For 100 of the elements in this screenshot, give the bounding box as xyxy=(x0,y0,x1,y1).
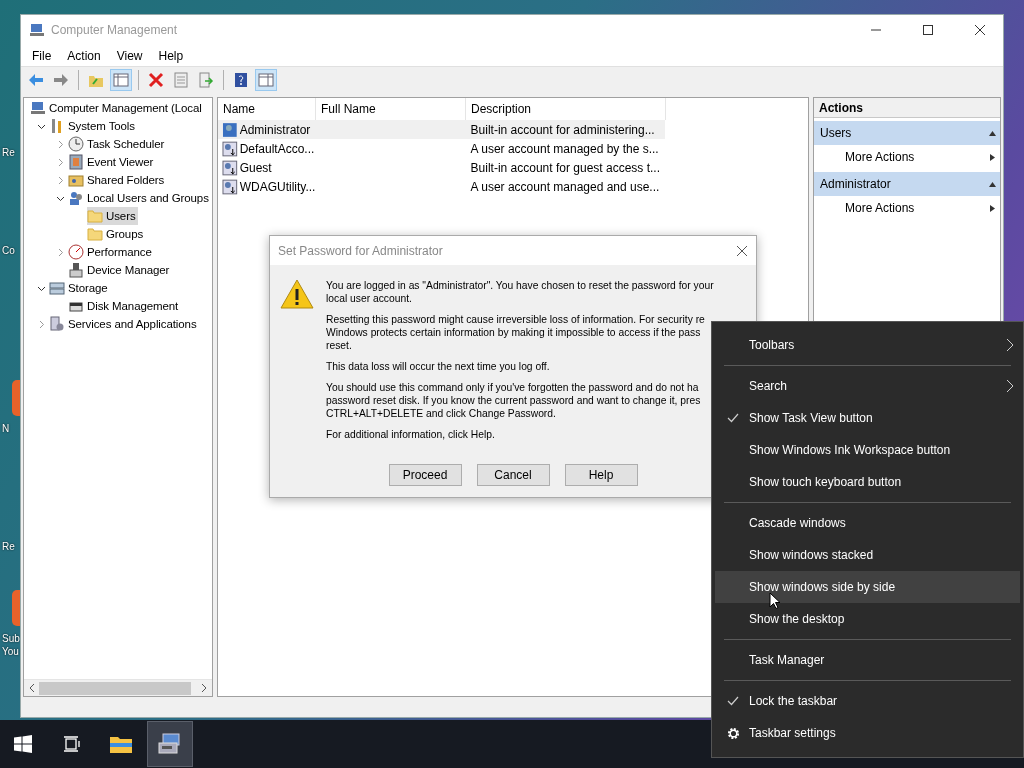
taskbar-button[interactable] xyxy=(147,721,193,767)
tree-item[interactable]: System Tools xyxy=(49,117,137,135)
users-icon xyxy=(68,190,84,206)
menu-item[interactable]: Help xyxy=(150,48,192,63)
dialog-message: For additional information, click Help. xyxy=(326,428,496,441)
forward-arrow-icon xyxy=(53,72,69,88)
toolbar-button[interactable] xyxy=(110,69,132,91)
dialog-button[interactable]: Cancel xyxy=(476,464,550,486)
table-cell-text: A user account managed and use... xyxy=(469,179,661,194)
menu-item[interactable]: Task Manager xyxy=(715,644,1020,676)
desktop-icon-label: You xyxy=(1,645,19,658)
dialog-button[interactable]: Proceed xyxy=(388,464,462,486)
action-group-header[interactable]: Users xyxy=(814,121,1000,145)
menu-item[interactable]: View xyxy=(108,48,151,63)
tree-item[interactable]: Device Manager xyxy=(68,261,172,279)
collapse-triangle-icon xyxy=(989,180,996,188)
menu-item[interactable]: Cascade windows xyxy=(715,507,1020,539)
windows-logo-icon xyxy=(14,735,32,753)
menu-item[interactable]: Show the desktop xyxy=(715,603,1020,635)
computer-management-icon xyxy=(158,733,182,755)
tree-item[interactable]: Storage xyxy=(49,279,110,297)
scroll-right-icon[interactable] xyxy=(199,683,209,693)
mouse-cursor-icon xyxy=(769,592,781,610)
delete-icon xyxy=(148,72,164,88)
panel-icon xyxy=(258,72,274,88)
tree-item[interactable]: Shared Folders xyxy=(68,171,167,189)
action-item[interactable]: More Actions xyxy=(814,145,1000,169)
services-icon xyxy=(49,316,65,332)
close-icon[interactable] xyxy=(975,25,985,35)
dialog-message: Resetting this password might cause irreversible loss of information. For security re Windows protects certain information by making it impossible to access if the pass reset. xyxy=(326,313,706,352)
table-cell-text: Built-in account for guest access t... xyxy=(469,160,661,175)
panel-icon xyxy=(113,72,129,88)
maximize-icon[interactable] xyxy=(923,25,933,35)
tree-item[interactable]: Computer Management (Local xyxy=(30,99,204,117)
menu-item[interactable]: Show Windows Ink Workspace button xyxy=(715,434,1020,466)
shared-folder-icon xyxy=(68,172,84,188)
dialog-message: This data loss will occur the next time you log off. xyxy=(326,360,551,373)
toolbar-button[interactable] xyxy=(255,69,277,91)
desktop-icon-label: Re xyxy=(1,540,15,553)
close-icon[interactable] xyxy=(736,244,748,257)
action-group-header[interactable]: Administrator xyxy=(814,172,1000,196)
user-icon xyxy=(222,140,238,157)
expand-triangle-icon xyxy=(989,204,996,212)
scroll-left-icon[interactable] xyxy=(27,683,37,693)
menu-item[interactable]: Taskbar settings xyxy=(715,717,1020,749)
user-icon xyxy=(222,178,238,195)
storage-icon xyxy=(49,280,65,296)
tree-item[interactable]: Performance xyxy=(68,243,154,261)
log-icon xyxy=(68,154,84,170)
menu-item[interactable]: Search xyxy=(715,370,1020,402)
tree-item[interactable]: Users xyxy=(87,207,138,225)
gauge-icon xyxy=(68,244,84,260)
user-icon xyxy=(222,121,238,138)
expand-triangle-icon xyxy=(989,153,996,161)
tree-item[interactable]: Groups xyxy=(87,225,146,243)
folder-icon xyxy=(87,208,103,224)
tree-item[interactable]: Event Viewer xyxy=(68,153,156,171)
desktop-icon-label: N xyxy=(1,422,10,435)
folder-icon xyxy=(110,735,132,753)
menu-item[interactable]: File xyxy=(24,48,60,63)
action-item[interactable]: More Actions xyxy=(814,196,1000,220)
desktop-app-icon[interactable] xyxy=(12,590,20,626)
desktop-icon-label: Sub xyxy=(1,632,20,645)
menu-item[interactable]: Toolbars xyxy=(715,329,1020,361)
desktop-icon-label: Co xyxy=(1,244,15,257)
tree-item[interactable]: Local Users and Groups xyxy=(68,189,211,207)
menu-item[interactable]: Show windows side by side xyxy=(715,571,1020,603)
window-title: Computer Management xyxy=(51,23,179,37)
dialog-button[interactable]: Help xyxy=(564,464,638,486)
menu-item[interactable]: Show Task View button xyxy=(715,402,1020,434)
warning-icon xyxy=(280,279,314,309)
user-icon xyxy=(222,159,238,176)
collapse-triangle-icon xyxy=(989,129,996,137)
tree-item[interactable]: Task Scheduler xyxy=(68,135,167,153)
table-cell: DefaultAcco... xyxy=(239,141,316,156)
desktop-icon-label: Re xyxy=(1,146,15,159)
properties-icon xyxy=(173,72,189,88)
table-cell-text: Built-in account for administering... xyxy=(469,122,656,137)
clock-icon xyxy=(68,136,84,152)
dialog-message: You should use this command only if you've forgotten the password and do not ha password reset disk. If you know the current password and want to change it, pres CTRL+ALT+DELETE and click Change Password. xyxy=(326,381,702,420)
table-cell-text: Guest xyxy=(239,160,273,175)
help-icon xyxy=(233,72,249,88)
device-icon xyxy=(68,262,84,278)
horizontal-scrollbar[interactable] xyxy=(24,679,212,696)
tree-item[interactable]: Services and Applications xyxy=(49,315,199,333)
table-cell: WDAGUtility... xyxy=(239,179,316,194)
menu-item[interactable]: Show touch keyboard button xyxy=(715,466,1020,498)
task-view-icon xyxy=(63,736,81,752)
desktop-app-icon[interactable] xyxy=(12,380,20,416)
tree-item[interactable]: Disk Management xyxy=(68,297,181,315)
back-arrow-icon xyxy=(28,72,44,88)
export-icon xyxy=(198,72,214,88)
actions-header: Actions xyxy=(814,98,1000,118)
menu-item[interactable]: Action xyxy=(59,48,109,63)
computer-icon xyxy=(30,100,46,116)
table-cell-text: Administrator xyxy=(239,122,312,137)
dialog-title: Set Password for Administrator xyxy=(278,243,443,258)
menu-item[interactable]: Lock the taskbar xyxy=(715,685,1020,717)
menu-item[interactable]: Show windows stacked xyxy=(715,539,1020,571)
table-cell-text: A user account managed by the s... xyxy=(469,141,660,156)
